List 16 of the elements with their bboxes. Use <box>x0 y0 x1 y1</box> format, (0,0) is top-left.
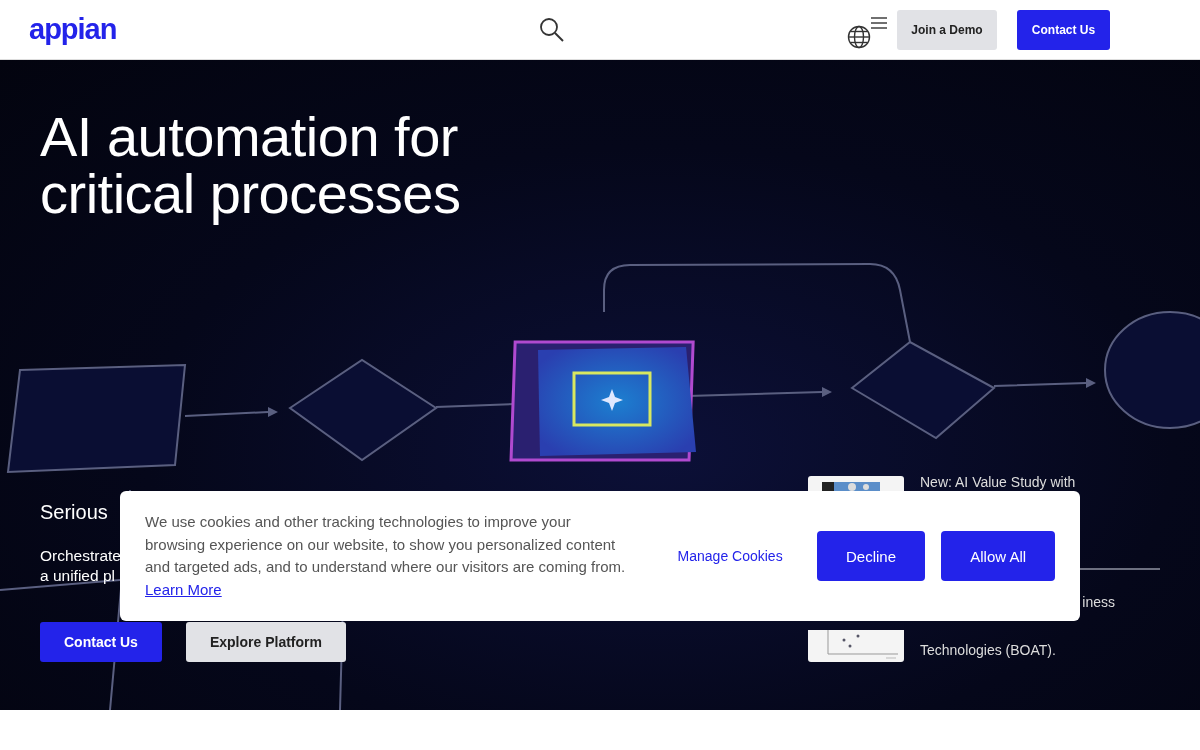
hero-subtitle: Serious <box>40 501 108 524</box>
menu-icon[interactable] <box>871 15 887 30</box>
cookie-text: We use cookies and other tracking technologies to improve your browsing experience on our website, to show you personalized content and targeted ads, and to understand where our visitors are coming from. Learn More <box>145 512 626 600</box>
decline-button[interactable]: Decline <box>816 531 926 581</box>
search-icon[interactable] <box>539 16 565 43</box>
learn-more-link[interactable]: Learn More <box>145 580 222 598</box>
demo-button[interactable]: Join a Demo <box>897 9 997 50</box>
manage-cookies-link[interactable]: Manage Cookies <box>677 536 783 576</box>
logo[interactable]: appian <box>29 15 117 44</box>
hero-description: Orchestrate a unified pl <box>40 546 121 586</box>
explore-button[interactable]: Explore Platform <box>185 622 346 662</box>
globe-icon[interactable] <box>847 24 871 49</box>
contact-button[interactable]: Contact Us <box>40 622 162 662</box>
contact-button[interactable]: Contact Us <box>1017 9 1110 50</box>
news-text[interactable]: New: AI Value Study with <box>920 474 1115 490</box>
allow-button[interactable]: Allow All <box>941 531 1055 581</box>
